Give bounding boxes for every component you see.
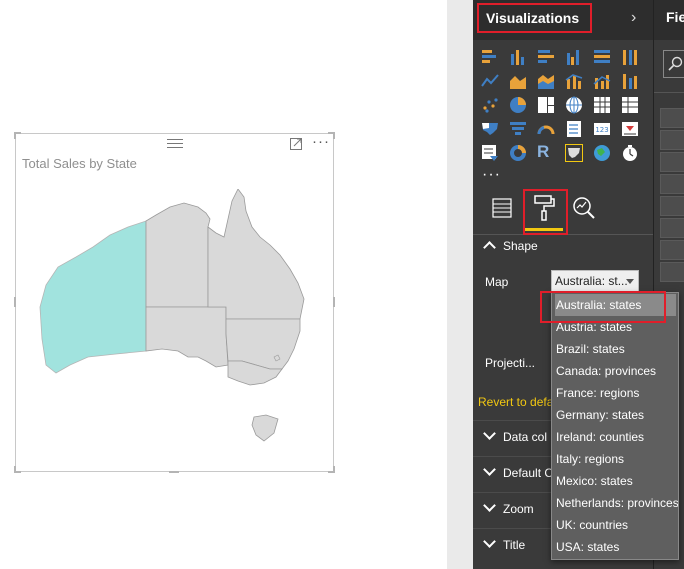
section-label: Default C (503, 466, 554, 480)
resize-handle[interactable] (333, 297, 335, 307)
region-western-australia[interactable] (39, 220, 147, 374)
map-select[interactable]: Australia: st... (551, 270, 639, 292)
resize-handle[interactable] (333, 132, 335, 139)
dropdown-option[interactable]: Netherlands: provinces (555, 492, 678, 514)
clustered-column-chart-icon[interactable] (565, 48, 583, 66)
slicer-icon[interactable] (481, 144, 499, 162)
region-northern-territory[interactable] (145, 202, 211, 308)
donut-chart-icon[interactable] (509, 144, 527, 162)
field-well[interactable] (660, 240, 684, 260)
dropdown-option[interactable]: USA: states (555, 536, 676, 558)
resize-handle[interactable] (169, 471, 179, 473)
dropdown-option[interactable]: France: regions (555, 382, 676, 404)
field-well[interactable] (660, 152, 684, 172)
multi-row-card-icon[interactable] (565, 120, 583, 138)
fields-search-box[interactable] (663, 50, 684, 78)
more-options-icon[interactable]: ··· (312, 133, 330, 150)
drag-grip-icon[interactable] (167, 139, 183, 148)
100-stacked-column-icon[interactable] (621, 48, 639, 66)
more-visuals-icon[interactable]: ··· (482, 166, 501, 184)
resize-handle[interactable] (14, 466, 16, 473)
field-well[interactable] (660, 218, 684, 238)
section-label: Data col (503, 430, 548, 444)
search-icon (668, 56, 683, 71)
area-chart-icon[interactable] (509, 72, 527, 90)
chevron-down-icon (483, 499, 496, 512)
fields-divider (654, 92, 684, 93)
report-canvas: ··· Total Sales by State (0, 0, 447, 569)
focus-mode-icon[interactable] (289, 137, 303, 151)
section-shape-label: Shape (503, 239, 538, 253)
australia-shape-map[interactable] (38, 189, 318, 459)
selected-option-highlight (540, 291, 666, 323)
visualizations-title: Visualizations (477, 3, 592, 33)
gauge-icon[interactable] (537, 120, 555, 138)
fields-tab-icon[interactable] (481, 186, 523, 232)
dropdown-option[interactable]: Mexico: states (555, 470, 676, 492)
section-shape[interactable]: Shape (473, 230, 653, 265)
map-dropdown-list: Australia: states Austria: states Brazil… (551, 292, 679, 560)
visualizations-header: Visualizations › (473, 0, 653, 40)
chevron-down-icon (626, 279, 634, 284)
section-label: Zoom (503, 502, 534, 516)
line-and-clustered-column-icon[interactable] (593, 72, 611, 90)
kpi-icon[interactable] (621, 120, 639, 138)
resize-handle[interactable] (333, 466, 335, 473)
map-icon[interactable] (565, 96, 583, 114)
chevron-right-icon[interactable]: › (631, 9, 636, 27)
field-well[interactable] (660, 262, 684, 282)
field-well[interactable] (660, 196, 684, 216)
pane-gutter (447, 0, 473, 569)
fields-header: Fie (654, 0, 684, 40)
card-icon[interactable]: 123 (593, 120, 611, 138)
field-well[interactable] (660, 130, 684, 150)
region-south-australia[interactable] (145, 306, 229, 368)
chevron-up-icon (483, 241, 496, 254)
region-tasmania[interactable] (251, 414, 279, 442)
analytics-icon[interactable] (564, 186, 606, 232)
table-icon[interactable] (593, 96, 611, 114)
clustered-bar-chart-icon[interactable] (537, 48, 555, 66)
field-well[interactable] (660, 174, 684, 194)
dropdown-option[interactable]: Ireland: counties (555, 426, 676, 448)
resize-handle[interactable] (14, 297, 16, 307)
region-queensland[interactable] (207, 189, 305, 320)
visual-title: Total Sales by State (22, 156, 137, 171)
pie-chart-icon[interactable] (509, 96, 527, 114)
chevron-down-icon (483, 427, 496, 440)
treemap-icon[interactable] (537, 96, 555, 114)
line-chart-icon[interactable] (481, 72, 499, 90)
svg-text:123: 123 (595, 126, 608, 134)
map-label: Map (485, 275, 509, 289)
scatter-chart-icon[interactable] (481, 96, 499, 114)
funnel-icon[interactable] (509, 120, 527, 138)
chevron-down-icon (483, 463, 496, 476)
stacked-bar-chart-icon[interactable] (481, 48, 499, 66)
ribbon-chart-icon[interactable] (621, 72, 639, 90)
chevron-down-icon (483, 535, 496, 548)
matrix-icon[interactable] (621, 96, 639, 114)
dropdown-option[interactable]: Brazil: states (555, 338, 676, 360)
timer-visual-icon[interactable] (621, 144, 639, 162)
field-well[interactable] (660, 108, 684, 128)
resize-handle[interactable] (14, 132, 16, 139)
dropdown-option[interactable]: Canada: provinces (555, 360, 676, 382)
dropdown-option[interactable]: Italy: regions (555, 448, 676, 470)
shape-map-icon[interactable] (565, 144, 583, 162)
line-and-stacked-column-icon[interactable] (565, 72, 583, 90)
fields-title: Fie (666, 9, 684, 25)
revert-to-default-link[interactable]: Revert to defa (478, 395, 553, 409)
stacked-area-chart-icon[interactable] (537, 72, 555, 90)
section-label: Title (503, 538, 526, 552)
dropdown-option[interactable]: Germany: states (555, 404, 676, 426)
map-visual[interactable]: ··· Total Sales by State (14, 132, 335, 473)
filled-map-icon[interactable] (481, 120, 499, 138)
arcgis-map-icon[interactable] (593, 144, 611, 162)
dropdown-option[interactable]: UK: countries (555, 514, 676, 536)
stacked-column-chart-icon[interactable] (509, 48, 527, 66)
r-script-visual-icon[interactable]: R (537, 142, 555, 161)
projection-label: Projecti... (485, 356, 536, 370)
map-select-value: Australia: st... (555, 274, 628, 288)
100-stacked-bar-icon[interactable] (593, 48, 611, 66)
